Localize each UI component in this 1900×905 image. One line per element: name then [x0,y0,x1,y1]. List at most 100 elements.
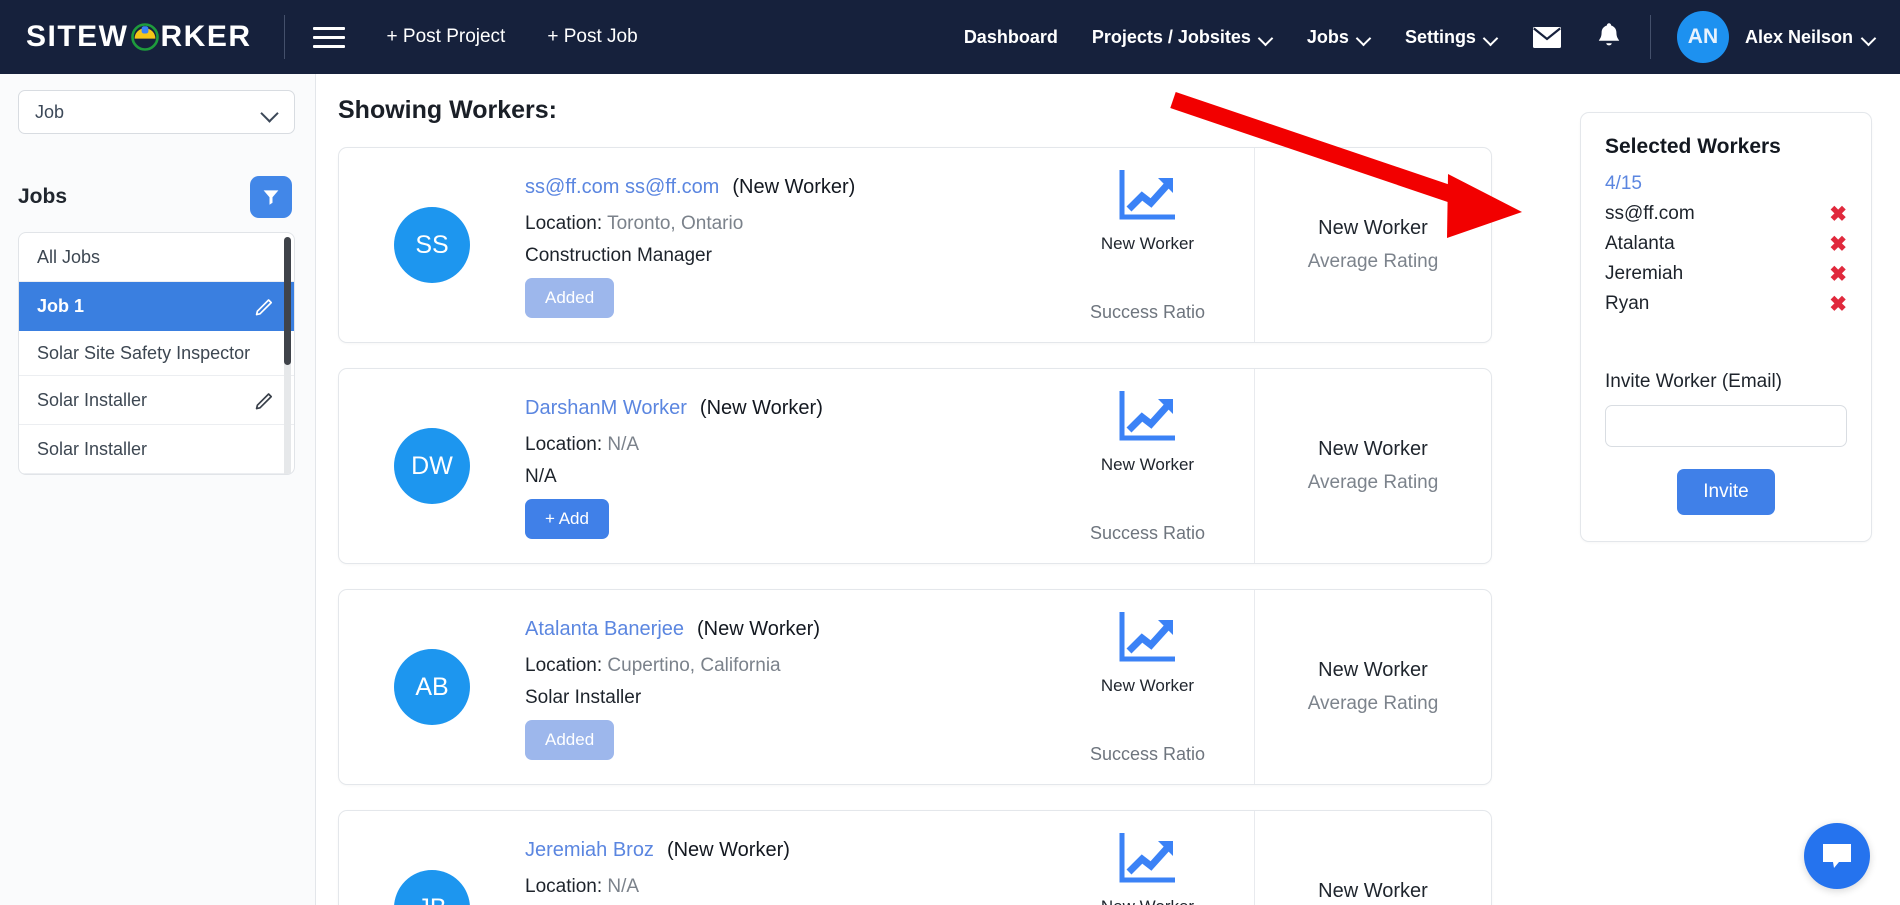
worker-card[interactable]: SS ss@ff.com ss@ff.com (New Worker) Loca… [338,147,1492,343]
bell-icon[interactable] [1596,23,1622,51]
worker-avatar-column: SS [339,148,525,342]
worker-added-button[interactable]: Added [525,278,615,318]
invite-email-input[interactable] [1605,405,1847,447]
app-logo[interactable]: SITEW RKER [26,20,252,54]
success-ratio-label: Success Ratio [1089,302,1206,322]
hamburger-menu-icon[interactable] [312,26,345,48]
nav-label-dashboard: Dashboard [963,26,1058,47]
worker-success-ratio: New Worker Success Ratio [1041,590,1255,784]
location-value: N/A [607,876,640,897]
location-prefix: Location: [525,434,603,455]
selected-worker-name: Jeremiah [1605,263,1684,284]
job-label: Solar Installer [37,389,148,410]
worker-average-rating: New Worker Average Rating [1255,811,1491,905]
invite-worker-label: Invite Worker (Email) [1605,371,1783,392]
nav-item-projects-jobsites[interactable]: Projects / Jobsites [1092,27,1273,48]
top-navigation-bar: SITEW RKER + Post Project + Post Job Das… [0,0,1900,74]
worker-card[interactable]: AB Atalanta Banerjee (New Worker) Locati… [338,589,1492,785]
page-body: Job Jobs All Jobs Job 1 Solar Site Safet… [0,74,1900,905]
job-label: Solar Installer [37,439,148,460]
job-label: Job 1 [37,296,85,317]
selected-workers-panel: Selected Workers 4/15 ss@ff.com ✖ Atalan… [1580,112,1872,542]
remove-x-icon[interactable]: ✖ [1829,294,1847,315]
average-rating-value: New Worker [1318,659,1428,681]
chevron-down-icon [1485,33,1498,41]
success-ratio-value: New Worker [1100,234,1195,253]
chat-bubble-icon [1823,844,1851,868]
worker-avatar-column: DW [339,369,525,563]
worker-avatar: JB [394,870,470,905]
invite-button[interactable]: Invite [1677,469,1775,515]
filter-button[interactable] [250,176,292,218]
jobs-list-item-solar-installer-2[interactable]: Solar Installer [19,425,294,475]
worker-role: N/A [525,466,557,487]
worker-avatar: SS [394,207,470,283]
selected-worker-name: Ryan [1605,293,1650,314]
nav-item-dashboard[interactable]: Dashboard [964,27,1058,48]
worker-avatar: DW [394,428,470,504]
nav-item-jobs[interactable]: Jobs [1307,27,1371,48]
jobs-list-item-solar-installer-1[interactable]: Solar Installer [19,376,294,426]
chat-widget-button[interactable] [1804,823,1870,889]
worker-status-tag: (New Worker) [699,397,823,419]
jobs-list-item-solar-site-safety-inspector[interactable]: Solar Site Safety Inspector [19,331,294,376]
nav-label-projects-jobsites: Projects / Jobsites [1091,26,1251,47]
worker-name-link[interactable]: DarshanM Worker [525,397,687,420]
chevron-down-icon [1260,33,1273,41]
average-rating-label: Average Rating [1307,472,1439,493]
user-name-label: Alex Neilson [1744,26,1853,47]
worker-card[interactable]: JB Jeremiah Broz (New Worker) Location: … [338,810,1492,905]
logo-text-right: RKER [160,20,252,53]
selected-worker-row: ss@ff.com ✖ [1605,203,1847,225]
post-job-link[interactable]: + Post Job [547,26,637,48]
sidebar: Job Jobs All Jobs Job 1 Solar Site Safet… [0,74,316,905]
avatar[interactable]: AN [1676,11,1729,63]
jobs-list-item-all-jobs[interactable]: All Jobs [19,233,294,283]
jobs-list-scrollbar[interactable] [284,237,291,475]
worker-role: Construction Manager [525,245,712,266]
location-prefix: Location: [525,213,603,234]
worker-name-link[interactable]: Atalanta Banerjee [525,618,684,641]
jobs-list-item-job-1[interactable]: Job 1 [19,282,294,331]
selected-worker-row: Atalanta ✖ [1605,233,1847,255]
jobs-title: Jobs [18,185,68,208]
worker-name-link[interactable]: Jeremiah Broz [525,839,654,862]
remove-x-icon[interactable]: ✖ [1829,264,1847,285]
nav-label-settings: Settings [1404,26,1476,47]
chevron-down-icon [262,107,278,117]
remove-x-icon[interactable]: ✖ [1829,234,1847,255]
edit-pencil-icon[interactable] [254,295,276,317]
worker-success-ratio: New Worker Success Ratio [1041,811,1255,905]
workers-column: Showing Workers: SS ss@ff.com ss@ff.com … [316,74,1562,905]
location-prefix: Location: [525,876,603,897]
worker-added-button[interactable]: Added [525,720,615,760]
worker-success-ratio: New Worker Success Ratio [1041,148,1255,342]
average-rating-label: Average Rating [1307,251,1439,272]
worker-average-rating: New Worker Average Rating [1255,369,1491,563]
edit-pencil-icon[interactable] [254,389,276,411]
remove-x-icon[interactable]: ✖ [1829,204,1847,225]
selected-worker-name: ss@ff.com [1605,203,1695,224]
line-chart-up-icon [1117,830,1179,891]
worker-location: Location: N/A [525,434,1041,456]
worker-name-link[interactable]: ss@ff.com ss@ff.com [525,176,719,199]
worker-card[interactable]: DW DarshanM Worker (New Worker) Location… [338,368,1492,564]
success-ratio-label: Success Ratio [1089,744,1206,764]
worker-status-tag: (New Worker) [666,839,790,861]
user-menu[interactable]: Alex Neilson [1745,27,1876,48]
worker-average-rating: New Worker Average Rating [1255,148,1491,342]
job-type-select[interactable]: Job [18,90,295,134]
worker-average-rating: New Worker Average Rating [1255,590,1491,784]
worker-avatar-column: AB [339,590,525,784]
job-label: All Jobs [37,247,101,267]
success-ratio-value: New Worker [1100,455,1195,474]
mail-icon[interactable] [1532,26,1562,49]
logo-text-left: SITEW [26,20,129,53]
worker-add-button[interactable]: + Add [525,499,609,539]
post-project-link[interactable]: + Post Project [387,26,506,48]
selected-worker-name: Atalanta [1605,233,1675,254]
worker-location: Location: Cupertino, California [525,655,1041,677]
worker-avatar: AB [394,649,470,725]
nav-item-settings[interactable]: Settings [1405,27,1498,48]
average-rating-label: Average Rating [1307,693,1439,714]
